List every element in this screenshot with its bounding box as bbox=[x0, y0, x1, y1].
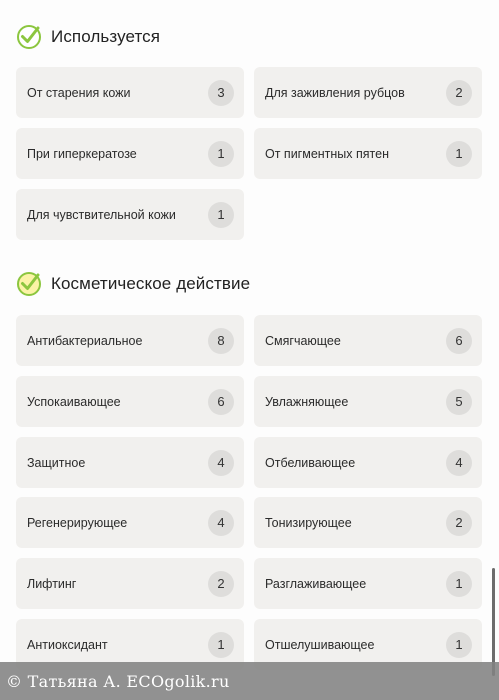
check-circle-icon bbox=[17, 272, 41, 296]
tag-label: От старения кожи bbox=[27, 85, 131, 100]
tag-label: Антиоксидант bbox=[27, 637, 108, 652]
tag-soothing[interactable]: Успокаивающее 6 bbox=[16, 376, 244, 427]
tag-label: Смягчающее bbox=[265, 333, 341, 348]
tag-label: От пигментных пятен bbox=[265, 146, 389, 161]
tag-label: Защитное bbox=[27, 455, 86, 470]
tag-regenerating[interactable]: Регенерирующее 4 bbox=[16, 497, 244, 548]
section-header-cosmetic-action: Косметическое действие bbox=[16, 270, 250, 298]
tag-label: Регенерирующее bbox=[27, 515, 128, 530]
tag-label: Антибактериальное bbox=[27, 333, 143, 348]
count-badge: 1 bbox=[446, 140, 472, 167]
count-badge: 1 bbox=[446, 570, 472, 597]
count-badge: 4 bbox=[446, 449, 472, 476]
watermark-text: © Татьяна А. ECOgolik.ru bbox=[6, 671, 230, 691]
count-badge: 8 bbox=[208, 327, 234, 354]
scrollbar-thumb[interactable] bbox=[492, 568, 495, 676]
tag-whitening[interactable]: Отбеливающее 4 bbox=[254, 437, 482, 488]
tag-anti-aging[interactable]: От старения кожи 3 bbox=[16, 67, 244, 118]
tag-lifting[interactable]: Лифтинг 2 bbox=[16, 558, 244, 609]
tag-softening[interactable]: Смягчающее 6 bbox=[254, 315, 482, 366]
count-badge: 2 bbox=[208, 570, 234, 597]
tag-label: Разглаживающее bbox=[265, 576, 367, 591]
tag-sensitive-skin[interactable]: Для чувствительной кожи 1 bbox=[16, 189, 244, 240]
section-title: Косметическое действие bbox=[51, 274, 251, 293]
count-badge: 5 bbox=[446, 388, 472, 415]
tag-toning[interactable]: Тонизирующее 2 bbox=[254, 497, 482, 548]
tag-protective[interactable]: Защитное 4 bbox=[16, 437, 244, 488]
count-badge: 6 bbox=[208, 388, 234, 415]
count-badge: 1 bbox=[208, 631, 234, 658]
count-badge: 2 bbox=[446, 79, 472, 106]
tag-label: Лифтинг bbox=[27, 576, 77, 591]
count-badge: 1 bbox=[208, 201, 234, 228]
section-title: Используется bbox=[51, 27, 161, 46]
tag-pigment-spots[interactable]: От пигментных пятен 1 bbox=[254, 128, 482, 179]
tag-smoothing[interactable]: Разглаживающее 1 bbox=[254, 558, 482, 609]
tag-scar-healing[interactable]: Для заживления рубцов 2 bbox=[254, 67, 482, 118]
tag-label: Тонизирующее bbox=[265, 515, 352, 530]
check-circle-icon bbox=[17, 25, 41, 49]
count-badge: 1 bbox=[446, 631, 472, 658]
tag-antibacterial[interactable]: Антибактериальное 8 bbox=[16, 315, 244, 366]
tag-label: При гиперкератозе bbox=[27, 146, 137, 161]
tag-label: Успокаивающее bbox=[27, 394, 121, 409]
count-badge: 1 bbox=[208, 140, 234, 167]
count-badge: 4 bbox=[208, 449, 234, 476]
count-badge: 2 bbox=[446, 509, 472, 536]
tag-hyperkeratosis[interactable]: При гиперкератозе 1 bbox=[16, 128, 244, 179]
count-badge: 6 bbox=[446, 327, 472, 354]
tag-label: Отшелушивающее bbox=[265, 637, 375, 652]
tag-label: Для заживления рубцов bbox=[265, 85, 405, 100]
count-badge: 4 bbox=[208, 509, 234, 536]
tag-label: Для чувствительной кожи bbox=[27, 207, 176, 222]
watermark-bar: © Татьяна А. ECOgolik.ru bbox=[0, 662, 499, 700]
tag-label: Увлажняющее bbox=[265, 394, 349, 409]
tag-label: Отбеливающее bbox=[265, 455, 356, 470]
section-header-used: Используется bbox=[16, 23, 160, 51]
count-badge: 3 bbox=[208, 79, 234, 106]
tag-moisturizing[interactable]: Увлажняющее 5 bbox=[254, 376, 482, 427]
